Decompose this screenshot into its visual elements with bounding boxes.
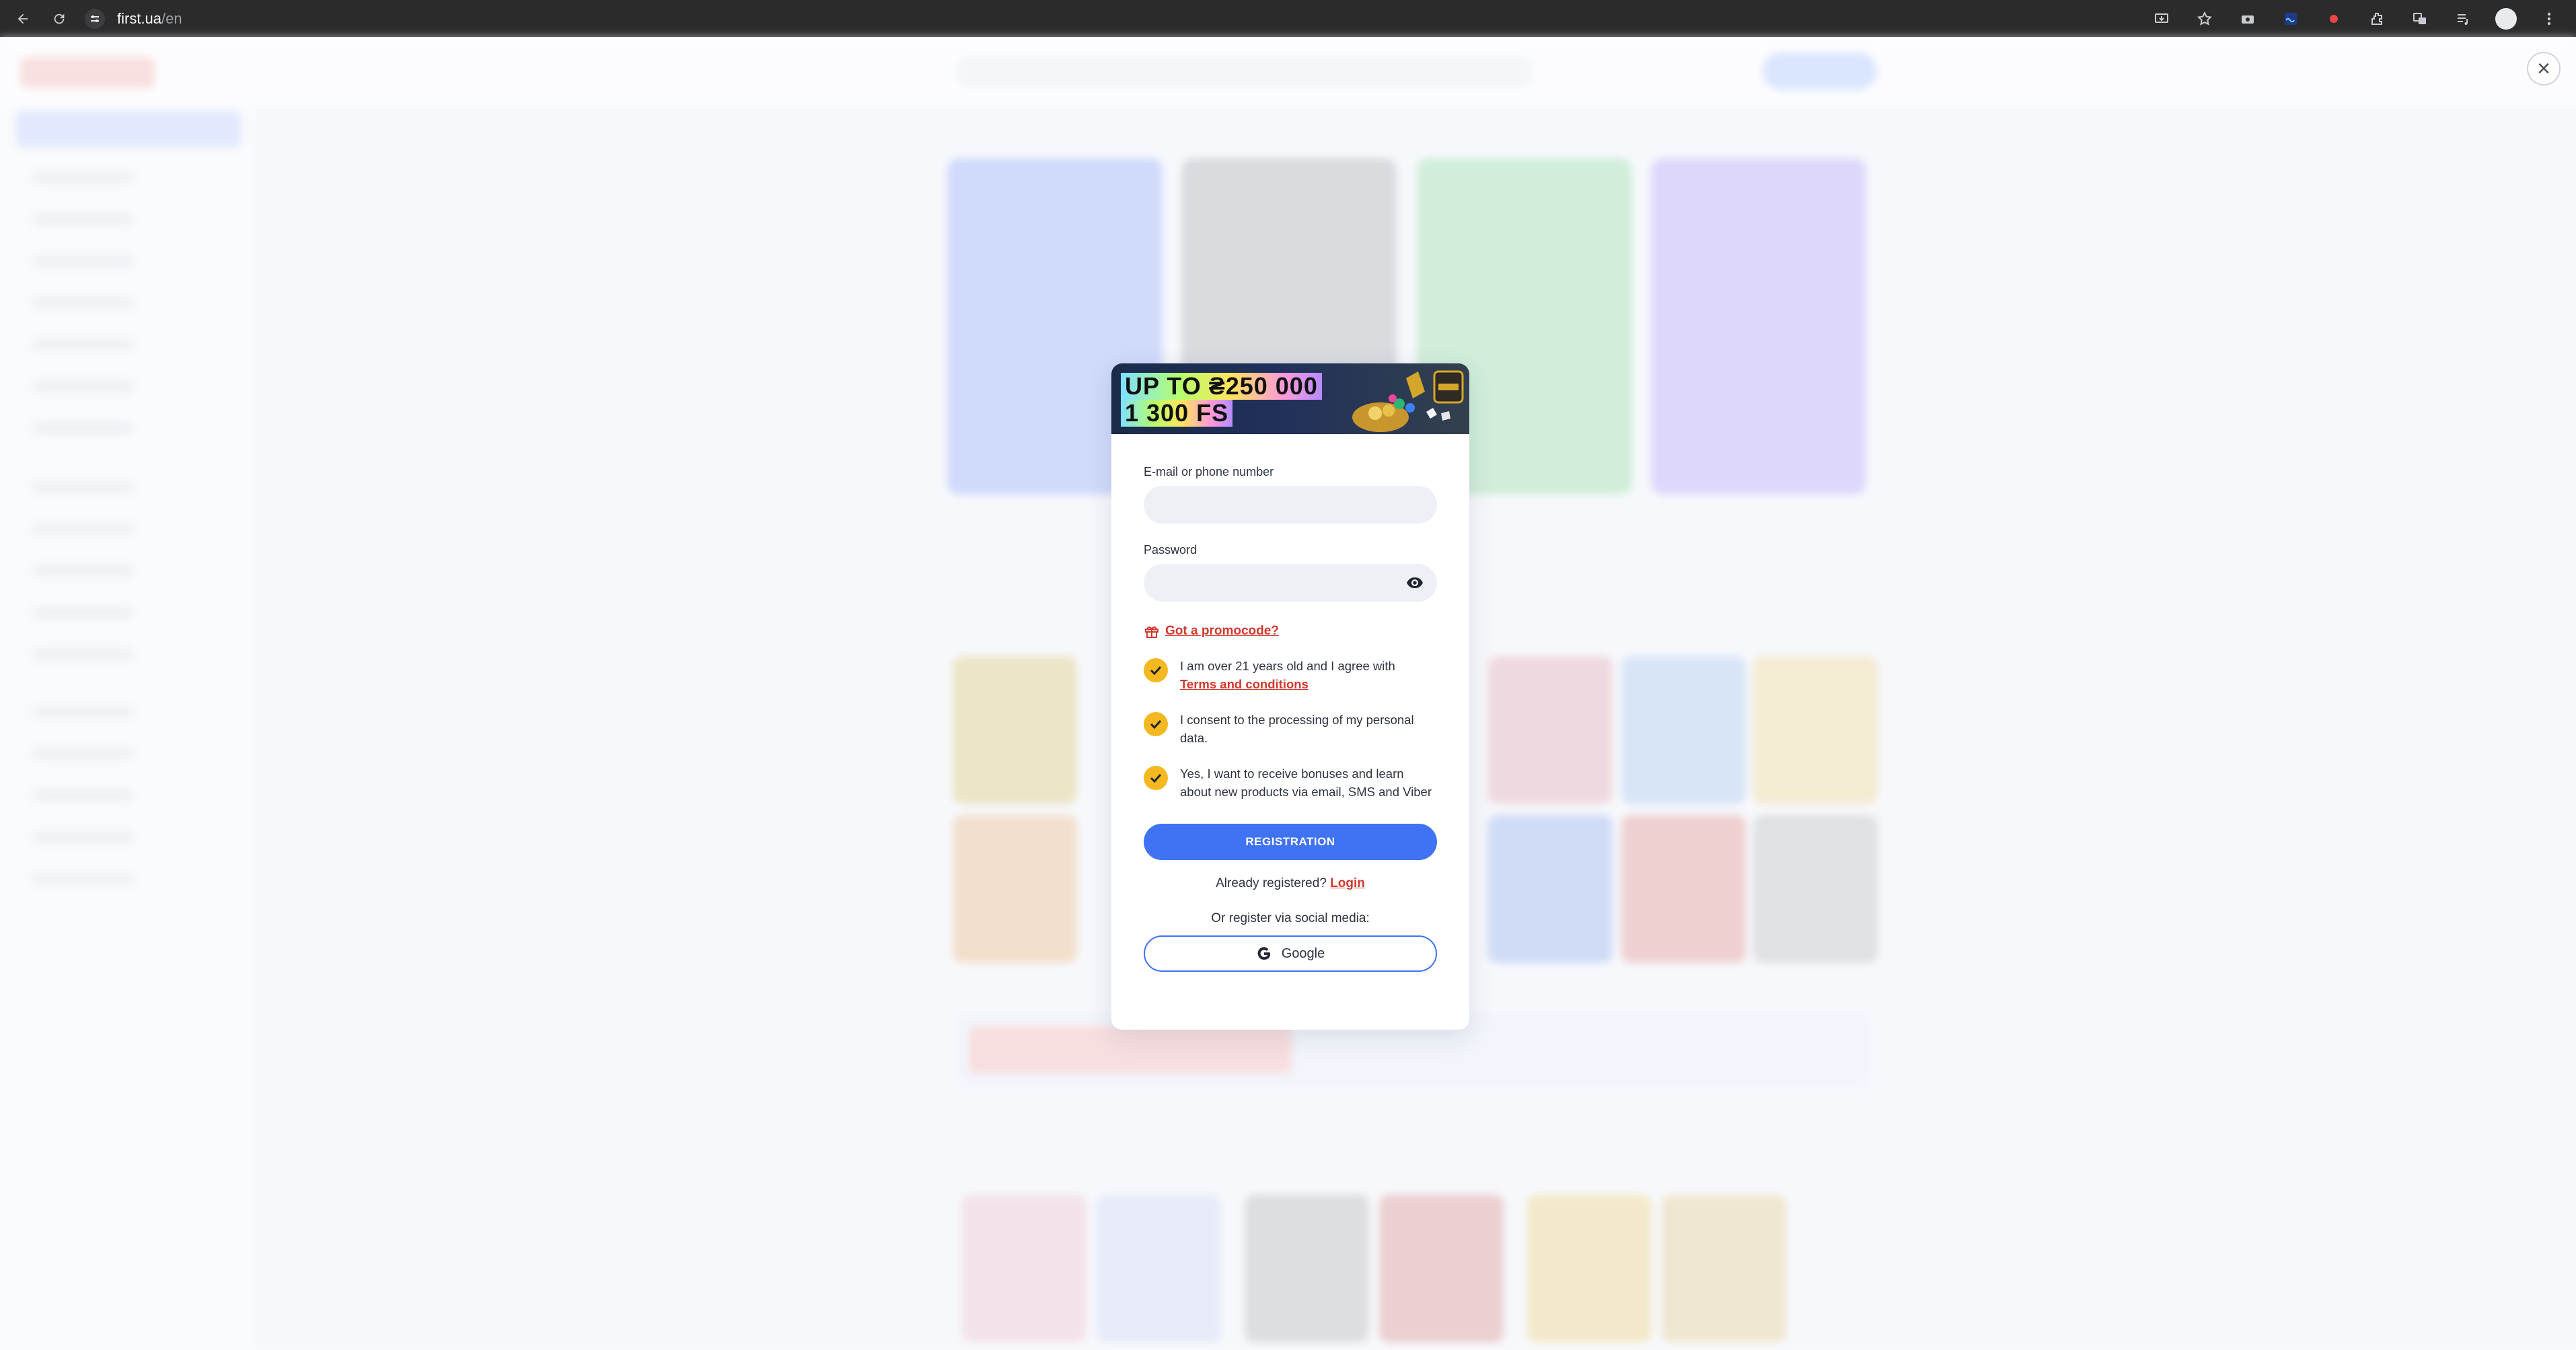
media-controls-icon[interactable]: [2450, 5, 2476, 32]
extensions-puzzle-icon[interactable]: [2363, 5, 2390, 32]
checkmark-icon: [1150, 773, 1162, 783]
bookmark-star-icon[interactable]: [2191, 5, 2218, 32]
promocode-link[interactable]: Got a promocode?: [1144, 623, 1437, 639]
already-registered-text: Already registered?: [1216, 876, 1327, 890]
checkmark-icon: [1150, 666, 1162, 675]
email-label: E-mail or phone number: [1144, 465, 1274, 478]
promo-banner: UP TO ₴250 000 1 300 FS: [1111, 363, 1469, 434]
close-modal-button[interactable]: ×: [2527, 52, 2561, 85]
browser-toolbar: first.ua /en: [0, 0, 2576, 37]
consent-checkbox-row: I consent to the processing of my person…: [1144, 711, 1437, 747]
gift-icon: [1145, 626, 1158, 638]
install-app-icon[interactable]: [2148, 5, 2175, 32]
wave-extension-icon[interactable]: [2277, 5, 2304, 32]
reload-icon[interactable]: [46, 5, 73, 32]
terms-checkbox[interactable]: [1144, 658, 1168, 682]
url-path: /en: [161, 9, 182, 27]
record-extension-icon[interactable]: [2320, 5, 2347, 32]
treasure-chest-icon: [1352, 370, 1464, 432]
back-icon[interactable]: [9, 5, 36, 32]
browser-menu-icon[interactable]: [2536, 5, 2563, 32]
password-wrapper: [1144, 564, 1437, 602]
social-register-label: Or register via social media:: [1211, 911, 1370, 925]
registration-modal: UP TO ₴250 000 1 300 FS E-mail or phone …: [1111, 363, 1469, 1030]
already-registered: Already registered? Login: [1144, 876, 1437, 891]
address-bar[interactable]: first.ua /en: [85, 5, 182, 32]
promo-amount: UP TO ₴250 000: [1121, 373, 1322, 400]
profile-avatar[interactable]: [2493, 5, 2519, 32]
email-field[interactable]: [1144, 486, 1437, 524]
camera-extension-icon[interactable]: [2234, 5, 2261, 32]
password-field[interactable]: [1144, 564, 1437, 602]
consent-text: I consent to the processing of my person…: [1180, 713, 1414, 745]
translate-icon[interactable]: [2406, 5, 2433, 32]
url-host: first.ua: [117, 9, 162, 27]
registration-button[interactable]: REGISTRATION: [1144, 824, 1437, 860]
consent-checkbox[interactable]: [1144, 712, 1168, 736]
password-label: Password: [1144, 543, 1198, 557]
google-button-label: Google: [1281, 946, 1325, 961]
marketing-checkbox[interactable]: [1144, 766, 1168, 790]
terms-text: I am over 21 years old and I agree with: [1180, 659, 1395, 673]
google-register-button[interactable]: Google: [1144, 935, 1437, 972]
close-icon: ×: [2537, 55, 2550, 81]
registration-form: E-mail or phone number Password Got a pr…: [1144, 464, 1437, 972]
google-icon: [1257, 947, 1270, 960]
show-password-eye-icon[interactable]: [1406, 575, 1424, 591]
checkmark-icon: [1150, 719, 1162, 729]
promocode-label: Got a promocode?: [1165, 624, 1279, 638]
marketing-checkbox-row: Yes, I want to receive bonuses and learn…: [1144, 765, 1437, 801]
marketing-text: Yes, I want to receive bonuses and learn…: [1180, 767, 1432, 799]
login-link[interactable]: Login: [1330, 876, 1365, 890]
promo-free-spins: 1 300 FS: [1121, 400, 1233, 427]
terms-link[interactable]: Terms and conditions: [1180, 675, 1437, 693]
site-settings-icon[interactable]: [85, 8, 105, 29]
terms-checkbox-row: I am over 21 years old and I agree with …: [1144, 657, 1437, 693]
